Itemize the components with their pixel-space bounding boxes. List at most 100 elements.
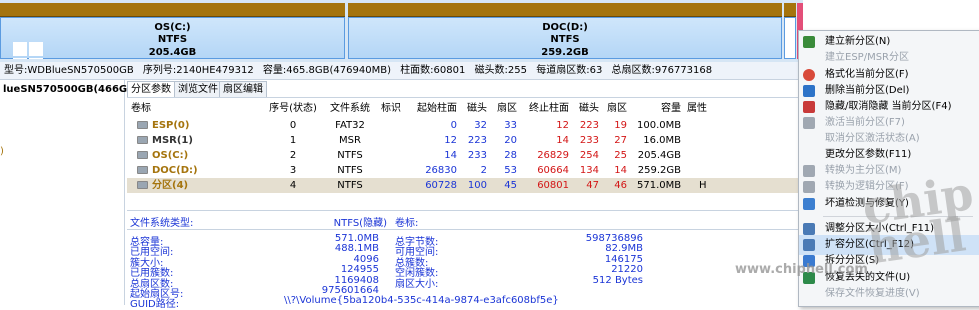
row-capacity: 100.0MB xyxy=(637,120,682,131)
disk-map-bar: OS(C:) NTFS 205.4GB DOC(D:) NTFS 259.2GB xyxy=(0,0,803,62)
free-space-value: 82.9MB xyxy=(605,243,643,254)
row-end-head: 233 xyxy=(579,135,599,146)
disk-capacity: 容量:465.8GB(476940MB) xyxy=(262,65,391,76)
extend-icon xyxy=(803,239,815,251)
col-start-head[interactable]: 磁头 xyxy=(461,101,487,116)
row-end-cyl: 60664 xyxy=(537,165,569,176)
col-index[interactable]: 序号(状态) xyxy=(267,101,319,116)
col-capacity[interactable]: 容量 xyxy=(637,101,681,116)
row-label: DOC(D:) xyxy=(152,165,198,176)
guid-label: GUID路径: xyxy=(130,299,180,310)
partition-icon xyxy=(137,181,148,189)
col-start-cyl[interactable]: 起始柱面 xyxy=(409,101,457,116)
table-row-selected[interactable]: 分区(4) 4 NTFS 60728 100 45 60801 47 46 57… xyxy=(127,178,803,193)
partition-block-small[interactable] xyxy=(784,3,796,59)
used-clusters-value: 124955 xyxy=(340,264,379,275)
row-end-cyl: 12 xyxy=(556,120,569,131)
row-end-sector: 19 xyxy=(614,120,627,131)
row-capacity: 205.4GB xyxy=(637,150,681,161)
row-end-head: 223 xyxy=(579,120,599,131)
activate-icon xyxy=(803,117,815,129)
partition-name: OS(C:) xyxy=(154,22,191,33)
row-start-head: 100 xyxy=(467,180,487,191)
sector-size-label: 扇区大小: xyxy=(395,279,439,290)
format-icon xyxy=(803,69,815,81)
row-attr: H xyxy=(699,180,707,191)
partition-icon xyxy=(137,166,148,174)
row-label: ESP(0) xyxy=(152,120,190,131)
partition-block-os[interactable]: OS(C:) NTFS 205.4GB xyxy=(0,3,345,59)
col-end-sector[interactable]: 扇区 xyxy=(603,101,627,116)
row-end-cyl: 26829 xyxy=(537,150,569,161)
row-start-cyl: 12 xyxy=(444,135,457,146)
row-fs: FAT32 xyxy=(335,120,365,131)
row-start-head: 223 xyxy=(467,135,487,146)
col-fs[interactable]: 文件系统 xyxy=(325,101,375,116)
table-row[interactable]: ESP(0) 0 FAT32 0 32 33 12 223 19 100.0MB xyxy=(127,118,803,133)
row-index: 3 xyxy=(289,165,297,176)
tree-item-fragment[interactable]: ) xyxy=(0,146,4,157)
col-end-cyl[interactable]: 终止柱面 xyxy=(523,101,569,116)
row-capacity: 16.0MB xyxy=(643,135,681,146)
col-start-sector[interactable]: 扇区 xyxy=(491,101,517,116)
row-index: 0 xyxy=(289,120,297,131)
row-start-head: 32 xyxy=(474,120,487,131)
primary-icon xyxy=(803,165,815,177)
table-header: 卷标 序号(状态) 文件系统 标识 起始柱面 磁头 扇区 终止柱面 磁头 扇区 … xyxy=(127,101,803,116)
partition-block-doc[interactable]: DOC(D:) NTFS 259.2GB xyxy=(348,3,782,59)
row-end-sector: 14 xyxy=(614,165,627,176)
row-end-head: 47 xyxy=(586,180,599,191)
fs-type-label: 文件系统类型: xyxy=(130,218,194,229)
used-space-value: 488.1MB xyxy=(334,243,379,254)
col-end-head[interactable]: 磁头 xyxy=(575,101,599,116)
row-start-sector: 53 xyxy=(504,165,517,176)
guid-value: \\?\Volume{5ba120b4-535c-414a-9874-e3afc… xyxy=(284,295,559,306)
disk-tree-panel: lueSN570500GB(466GB) ) xyxy=(0,80,139,305)
partition-fs: NTFS xyxy=(157,34,188,45)
free-clusters-value: 21220 xyxy=(611,264,643,275)
fs-type-value: NTFS(隐藏) xyxy=(333,218,387,229)
partition-details: 文件系统类型: NTFS(隐藏) 卷标: 总容量: 571.0MB 总字节数: … xyxy=(127,210,803,310)
row-end-head: 254 xyxy=(579,150,599,161)
logical-icon xyxy=(803,181,815,193)
row-start-sector: 28 xyxy=(504,150,517,161)
row-fs: MSR xyxy=(339,135,361,146)
volume-label: 卷标: xyxy=(395,218,419,229)
row-start-cyl: 26830 xyxy=(425,165,457,176)
repair-icon xyxy=(803,198,815,210)
row-label: OS(C:) xyxy=(152,150,189,161)
row-fs: NTFS xyxy=(337,180,363,191)
disk-serial: 序列号:2140HE479312 xyxy=(142,65,254,76)
menu-item-save-recovery-progress[interactable]: 保存文件恢复进度(V) xyxy=(799,284,979,304)
disk-tree-item[interactable]: lueSN570500GB(466GB) xyxy=(3,84,139,95)
row-end-sector: 27 xyxy=(614,135,627,146)
table-row[interactable]: OS(C:) 2 NTFS 14 233 28 26829 254 25 205… xyxy=(127,148,803,163)
partition-icon xyxy=(137,151,148,159)
row-capacity: 259.2GB xyxy=(637,165,681,176)
row-end-cyl: 60801 xyxy=(537,180,569,191)
row-start-sector: 33 xyxy=(504,120,517,131)
partition-table: 卷标 序号(状态) 文件系统 标识 起始柱面 磁头 扇区 终止柱面 磁头 扇区 … xyxy=(127,97,803,210)
col-label[interactable]: 卷标 xyxy=(131,101,151,116)
new-partition-icon xyxy=(803,36,815,48)
row-start-head: 2 xyxy=(480,165,487,176)
disk-total-sectors: 总扇区数:976773168 xyxy=(611,65,713,76)
table-row[interactable]: MSR(1) 1 MSR 12 223 20 14 233 27 16.0MB xyxy=(127,133,803,148)
row-start-sector: 45 xyxy=(504,180,517,191)
tab-browse-files[interactable]: 浏览文件 xyxy=(174,81,222,97)
row-start-sector: 20 xyxy=(504,135,517,146)
col-attr[interactable]: 属性 xyxy=(687,101,707,116)
disk-cylinders: 柱面数:60801 xyxy=(400,65,466,76)
col-flag[interactable]: 标识 xyxy=(379,101,403,116)
row-fs: NTFS xyxy=(337,150,363,161)
tab-partition-params[interactable]: 分区参数 xyxy=(127,81,175,98)
disk-info-bar: 型号:WDBlueSN570500GB 序列号:2140HE479312 容量:… xyxy=(0,62,807,80)
row-label: MSR(1) xyxy=(152,135,193,146)
hide-icon xyxy=(803,101,815,113)
partition-icon xyxy=(137,136,148,144)
disk-model: 型号:WDBlueSN570500GB xyxy=(4,65,134,76)
disk-heads: 磁头数:255 xyxy=(474,65,528,76)
table-row[interactable]: DOC(D:) 3 NTFS 26830 2 53 60664 134 14 2… xyxy=(127,163,803,178)
resize-icon xyxy=(803,223,815,235)
tab-sector-edit[interactable]: 扇区编辑 xyxy=(219,81,267,97)
